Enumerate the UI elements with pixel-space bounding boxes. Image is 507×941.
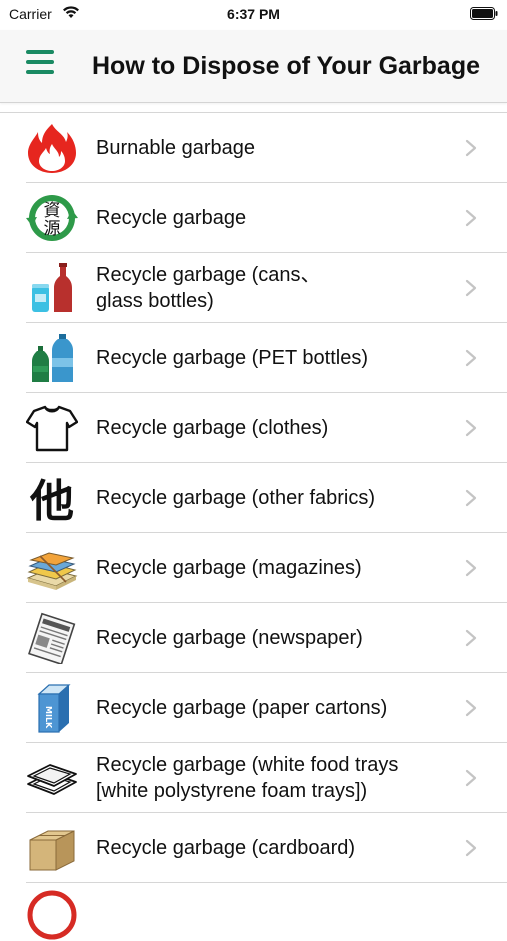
chevron-right-icon [465,629,477,647]
pet-bottles-icon [32,334,73,382]
item-label: Recycle garbage (cans、 glass bottles) [96,263,321,312]
list-item-clothes[interactable]: Recycle garbage (clothes) [26,393,507,463]
tshirt-icon [26,405,78,452]
chevron-right-icon [465,279,477,297]
other-kanji-icon: 他 [29,476,74,524]
fire-icon [28,124,76,173]
food-tray-icon [27,764,77,795]
prohibited-icon [27,890,77,940]
chevron-right-icon [465,559,477,577]
list-item-burnable[interactable]: Burnable garbage [26,113,507,183]
svg-text:資: 資 [44,201,61,221]
list-item-newspaper[interactable]: Recycle garbage (newspaper) [26,603,507,673]
chevron-right-icon [465,489,477,507]
list-item-cardboard[interactable]: Recycle garbage (cardboard) [26,813,507,883]
item-label: Recycle garbage (cardboard) [96,836,356,859]
list-item-cans-bottles[interactable]: Recycle garbage (cans、 glass bottles) [26,253,507,323]
magazines-icon [26,552,78,590]
menu-button[interactable] [26,50,66,84]
list-item-other-fabrics[interactable]: 他 Recycle garbage (other fabrics) [26,463,507,533]
item-label: Recycle garbage (PET bottles) [96,346,368,369]
chevron-right-icon [465,839,477,857]
svg-text:MILK: MILK [44,706,53,729]
svg-text:源: 源 [44,219,61,239]
recycle-kanji-icon: 資 源 [26,195,78,241]
chevron-right-icon [465,209,477,227]
battery-icon [470,7,498,20]
item-label: Burnable garbage [96,136,256,159]
list-item-recycle[interactable]: 資 源 Recycle garbage [26,183,507,253]
newspaper-icon [28,612,76,664]
list-item-food-trays[interactable]: Recycle garbage (white food trays [white… [26,743,507,813]
item-label: Recycle garbage (paper cartons) [96,696,388,719]
svg-text:他: 他 [29,476,74,524]
list-item-partial[interactable] [26,883,507,940]
list-item-magazines[interactable]: Recycle garbage (magazines) [26,533,507,603]
garbage-category-list: Burnable garbage 資 源 Recycle garbage Rec… [0,112,507,940]
page-title: How to Dispose of Your Garbage [92,52,481,80]
clock: 6:37 PM [227,6,280,22]
item-label: Recycle garbage (white food trays [white… [96,753,399,802]
chevron-right-icon [465,769,477,787]
item-label: Recycle garbage (clothes) [96,416,329,439]
cardboard-box-icon [29,830,75,871]
item-label: Recycle garbage (magazines) [96,556,362,579]
hamburger-icon [26,50,54,54]
list-item-paper-cartons[interactable]: MILK Recycle garbage (paper cartons) [26,673,507,743]
milk-carton-icon: MILK [37,684,71,733]
chevron-right-icon [465,349,477,367]
chevron-right-icon [465,419,477,437]
chevron-right-icon [465,139,477,157]
item-label: Recycle garbage [96,206,247,229]
item-label: Recycle garbage (newspaper) [96,626,363,649]
chevron-right-icon [465,699,477,717]
can-bottle-icon [32,263,72,312]
item-label: Recycle garbage (other fabrics) [96,486,376,509]
status-bar: Carrier 6:37 PM [0,0,507,30]
list-item-pet-bottles[interactable]: Recycle garbage (PET bottles) [26,323,507,393]
navigation-bar: How to Dispose of Your Garbage [0,30,507,103]
